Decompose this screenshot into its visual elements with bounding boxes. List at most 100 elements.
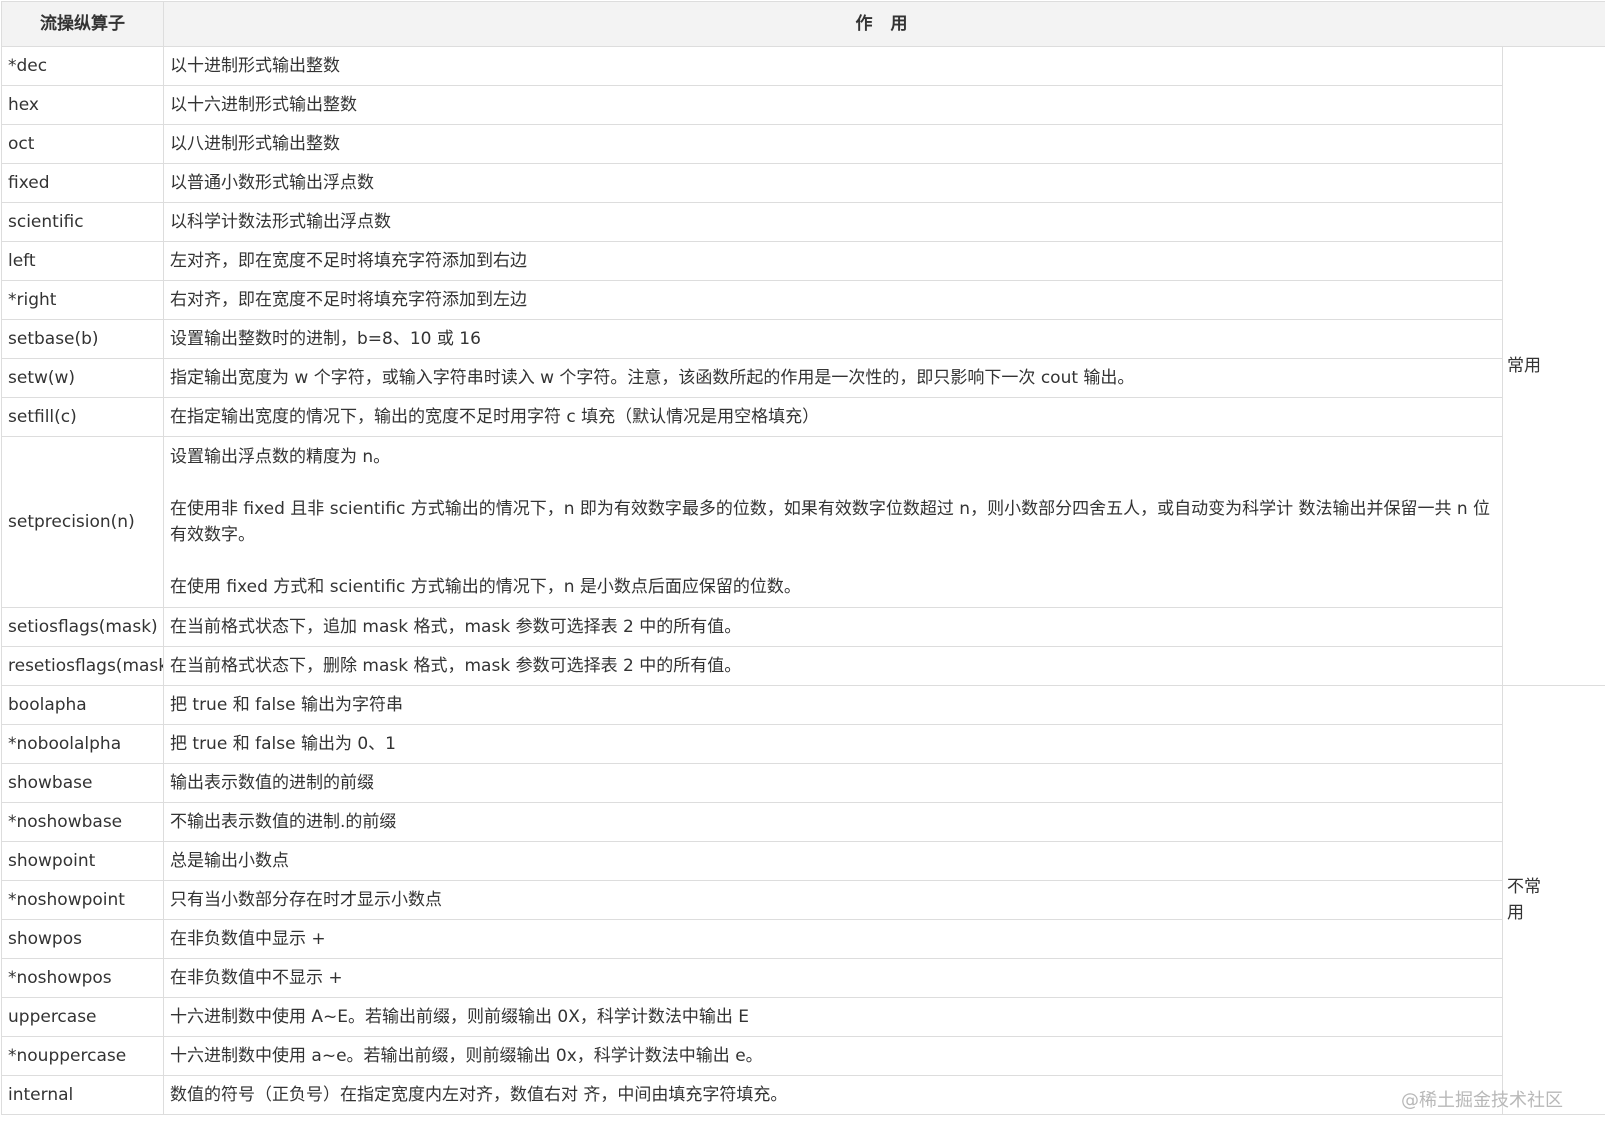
manipulator-name-cell: fixed — [1, 163, 164, 203]
table-row: setprecision(n) 设置输出浮点数的精度为 n。 在使用非 fixed … — [1, 436, 1605, 608]
table-row: showbase 输出表示数值的进制的前缀 — [1, 763, 1605, 803]
header-effect: 作 用 — [162, 1, 1605, 47]
manipulator-effect-cell: 把 true 和 false 输出为字符串 — [163, 685, 1503, 725]
category-label: 常用 — [1507, 356, 1541, 376]
effect-paragraph: 设置输出浮点数的精度为 n。 — [170, 447, 391, 467]
effect-paragraph: 总是输出小数点 — [170, 851, 289, 871]
effect-paragraph: 右对齐，即在宽度不足时将填充字符添加到左边 — [170, 290, 527, 310]
manipulator-name-cell: internal — [1, 1075, 164, 1115]
effect-paragraph: 在指定输出宽度的情况下，输出的宽度不足时用字符 c 填充（默认情况是用空格填充） — [170, 407, 820, 427]
manipulator-effect-cell: 十六进制数中使用 a~e。若输出前缀，则前缀输出 0x，科学计数法中输出 e。 — [163, 1036, 1503, 1076]
effect-paragraph: 在当前格式状态下，删除 mask 格式，mask 参数可选择表 2 中的所有值。 — [170, 656, 742, 676]
manipulator-effect-cell: 以八进制形式输出整数 — [163, 124, 1503, 164]
manipulator-effect-cell: 输出表示数值的进制的前缀 — [163, 763, 1503, 803]
category-cell: 常用 — [1501, 46, 1605, 686]
table-row: scientific 以科学计数法形式输出浮点数 — [1, 202, 1605, 242]
table-row: boolapha 把 true 和 false 输出为字符串不常用 — [1, 685, 1605, 1115]
effect-paragraph: 以十进制形式输出整数 — [170, 56, 340, 76]
manipulator-effect-cell: 总是输出小数点 — [163, 841, 1503, 881]
watermark: @稀土掘金技术社区 — [1401, 1090, 1563, 1111]
effect-paragraph: 以普通小数形式输出浮点数 — [170, 173, 374, 193]
manipulator-name-cell: boolapha — [1, 685, 164, 725]
table-row: *right 右对齐，即在宽度不足时将填充字符添加到左边 — [1, 280, 1605, 320]
manipulator-name-cell: oct — [1, 124, 164, 164]
table-row: showpoint 总是输出小数点 — [1, 841, 1605, 881]
effect-paragraph: 在非负数值中不显示 + — [170, 968, 343, 988]
manipulator-effect-cell: 设置输出整数时的进制，b=8、10 或 16 — [163, 319, 1503, 359]
effect-paragraph: 只有当小数部分存在时才显示小数点 — [170, 890, 442, 910]
effect-paragraph: 把 true 和 false 输出为字符串 — [170, 695, 403, 715]
effect-paragraph: 在使用 fixed 方式和 scientific 方式输出的情况下，n 是小数点… — [170, 577, 801, 597]
table-row: fixed 以普通小数形式输出浮点数 — [1, 163, 1605, 203]
manipulator-name-cell: showpoint — [1, 841, 164, 881]
table-row: setbase(b) 设置输出整数时的进制，b=8、10 或 16 — [1, 319, 1605, 359]
manipulator-effect-cell: 以十进制形式输出整数 — [163, 46, 1503, 86]
manipulator-name-cell: setiosflags(mask) — [1, 607, 164, 647]
table-row: *dec 以十进制形式输出整数常用 — [1, 46, 1605, 686]
effect-paragraph: 输出表示数值的进制的前缀 — [170, 773, 374, 793]
effect-paragraph: 把 true 和 false 输出为 0、1 — [170, 734, 396, 754]
effect-paragraph: 以十六进制形式输出整数 — [170, 95, 357, 115]
manipulator-name-cell: *dec — [1, 46, 164, 86]
manipulator-name-cell: *noshowpoint — [1, 880, 164, 920]
manipulator-name-cell: hex — [1, 85, 164, 125]
effect-paragraph: 指定输出宽度为 w 个字符，或输入字符串时读入 w 个字符。注意，该函数所起的作… — [170, 368, 1135, 388]
effect-paragraph: 在使用非 fixed 且非 scientific 方式输出的情况下，n 即为有效… — [170, 499, 1491, 545]
table-row: hex 以十六进制形式输出整数 — [1, 85, 1605, 125]
manipulator-effect-cell: 设置输出浮点数的精度为 n。在使用非 fixed 且非 scientific 方… — [163, 436, 1503, 608]
table-row: *noshowpoint 只有当小数部分存在时才显示小数点 — [1, 880, 1605, 920]
manipulator-name-cell: *noboolalpha — [1, 724, 164, 764]
category-cell: 不常用 — [1501, 685, 1605, 1115]
manipulator-name-cell: setw(w) — [1, 358, 164, 398]
table-row: resetiosflags(mask) 在当前格式状态下，删除 mask 格式，m… — [1, 646, 1605, 686]
effect-paragraph: 十六进制数中使用 a~e。若输出前缀，则前缀输出 0x，科学计数法中输出 e。 — [170, 1046, 763, 1066]
manipulator-effect-cell: 以十六进制形式输出整数 — [163, 85, 1503, 125]
effect-paragraph: 在当前格式状态下，追加 mask 格式，mask 参数可选择表 2 中的所有值。 — [170, 617, 742, 637]
stream-manipulator-table: 流操纵算子 作 用 *dec 以十进制形式输出整数常用 hex 以十六进制形式输出整数… — [1, 1, 1605, 1115]
manipulator-effect-cell: 在当前格式状态下，删除 mask 格式，mask 参数可选择表 2 中的所有值。 — [163, 646, 1503, 686]
manipulator-effect-cell: 把 true 和 false 输出为 0、1 — [163, 724, 1503, 764]
table-row: *noboolalpha 把 true 和 false 输出为 0、1 — [1, 724, 1605, 764]
effect-paragraph: 数值的符号（正负号）在指定宽度内左对齐，数值右对 齐，中间由填充字符填充。 — [170, 1085, 788, 1105]
table-row: *nouppercase 十六进制数中使用 a~e。若输出前缀，则前缀输出 0x，… — [1, 1036, 1605, 1076]
manipulator-name-cell: showbase — [1, 763, 164, 803]
table-row: setw(w) 指定输出宽度为 w 个字符，或输入字符串时读入 w 个字符。注意，… — [1, 358, 1605, 398]
manipulator-name-cell: uppercase — [1, 997, 164, 1037]
manipulator-effect-cell: 在非负数值中不显示 + — [163, 958, 1503, 998]
manipulator-effect-cell: 以普通小数形式输出浮点数 — [163, 163, 1503, 203]
effect-paragraph: 设置输出整数时的进制，b=8、10 或 16 — [170, 329, 481, 349]
effect-paragraph: 十六进制数中使用 A~E。若输出前缀，则前缀输出 0X，科学计数法中输出 E — [170, 1007, 750, 1027]
manipulator-effect-cell: 在当前格式状态下，追加 mask 格式，mask 参数可选择表 2 中的所有值。 — [163, 607, 1503, 647]
manipulator-name-cell: resetiosflags(mask) — [1, 646, 164, 686]
manipulator-effect-cell: 以科学计数法形式输出浮点数 — [163, 202, 1503, 242]
table-body: *dec 以十进制形式输出整数常用 hex 以十六进制形式输出整数 oct 以八进制形式输… — [1, 46, 1605, 1115]
table-row: internal 数值的符号（正负号）在指定宽度内左对齐，数值右对 齐，中间由填充… — [1, 1075, 1605, 1115]
effect-paragraph: 以科学计数法形式输出浮点数 — [170, 212, 391, 232]
effect-paragraph: 不输出表示数值的进制.的前缀 — [170, 812, 397, 832]
manipulator-name-cell: *noshowbase — [1, 802, 164, 842]
manipulator-name-cell: scientific — [1, 202, 164, 242]
table-row: showpos 在非负数值中显示 + — [1, 919, 1605, 959]
manipulator-effect-cell: 指定输出宽度为 w 个字符，或输入字符串时读入 w 个字符。注意，该函数所起的作… — [163, 358, 1503, 398]
table-row: setfill(c) 在指定输出宽度的情况下，输出的宽度不足时用字符 c 填充（默… — [1, 397, 1605, 437]
manipulator-name-cell: setprecision(n) — [1, 436, 164, 608]
manipulator-effect-cell: 不输出表示数值的进制.的前缀 — [163, 802, 1503, 842]
table-row: uppercase 十六进制数中使用 A~E。若输出前缀，则前缀输出 0X，科学计… — [1, 997, 1605, 1037]
table-row: setiosflags(mask) 在当前格式状态下，追加 mask 格式，mas… — [1, 607, 1605, 647]
manipulator-name-cell: showpos — [1, 919, 164, 959]
category-label: 不常用 — [1507, 877, 1541, 923]
table-row: left 左对齐，即在宽度不足时将填充字符添加到右边 — [1, 241, 1605, 281]
manipulator-name-cell: *nouppercase — [1, 1036, 164, 1076]
table-row: oct 以八进制形式输出整数 — [1, 124, 1605, 164]
manipulator-effect-cell: 在非负数值中显示 + — [163, 919, 1503, 959]
manipulator-name-cell: setfill(c) — [1, 397, 164, 437]
effect-paragraph: 以八进制形式输出整数 — [170, 134, 340, 154]
manipulator-effect-cell: 右对齐，即在宽度不足时将填充字符添加到左边 — [163, 280, 1503, 320]
table-row: *noshowpos 在非负数值中不显示 + — [1, 958, 1605, 998]
effect-paragraph: 在非负数值中显示 + — [170, 929, 326, 949]
header-manipulator: 流操纵算子 — [1, 1, 164, 47]
effect-paragraph: 左对齐，即在宽度不足时将填充字符添加到右边 — [170, 251, 527, 271]
manipulator-effect-cell: 数值的符号（正负号）在指定宽度内左对齐，数值右对 齐，中间由填充字符填充。 — [163, 1075, 1503, 1115]
header-row: 流操纵算子 作 用 — [1, 1, 1605, 47]
manipulator-effect-cell: 左对齐，即在宽度不足时将填充字符添加到右边 — [163, 241, 1503, 281]
